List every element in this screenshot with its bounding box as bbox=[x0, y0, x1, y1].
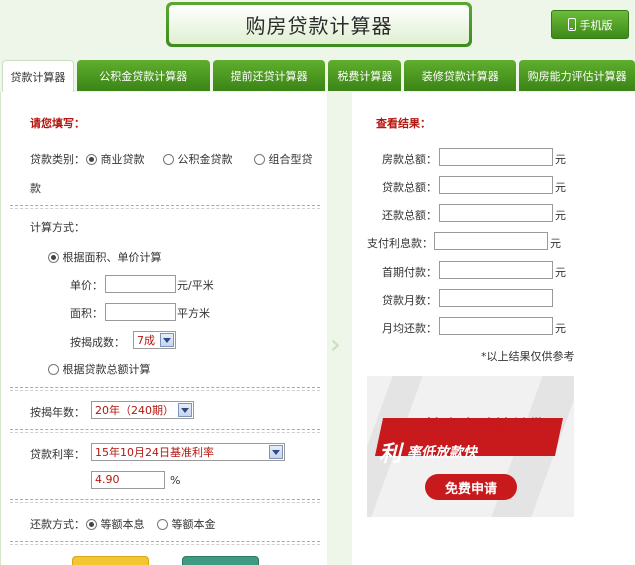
method-total-option[interactable]: 根据贷款总额计算 bbox=[48, 361, 151, 377]
calculate-button[interactable] bbox=[72, 556, 149, 565]
ad-big-char: 利 bbox=[379, 442, 402, 467]
chevron-down-icon bbox=[160, 333, 174, 347]
result-label-repay-total: 还款总额： bbox=[382, 209, 437, 222]
result-unit: 元 bbox=[555, 209, 566, 222]
loan-type-provident[interactable]: 公积金贷款 bbox=[163, 151, 233, 167]
chevron-right-icon: ›› bbox=[330, 330, 339, 360]
phone-icon bbox=[567, 18, 576, 31]
result-monthly bbox=[439, 317, 553, 335]
chevron-down-icon bbox=[269, 445, 283, 459]
result-down-payment bbox=[439, 261, 553, 279]
page-title: 购房贷款计算器 bbox=[169, 5, 469, 44]
result-label-down-payment: 首期付款： bbox=[382, 266, 437, 279]
years-select[interactable]: 20年（240期） bbox=[91, 401, 194, 419]
result-unit: 元 bbox=[555, 181, 566, 194]
rate-input[interactable]: 4.90 bbox=[91, 471, 165, 489]
radio-commercial[interactable] bbox=[86, 154, 97, 165]
result-label-loan-total: 贷款总额： bbox=[382, 181, 437, 194]
result-loan-total bbox=[439, 176, 553, 194]
result-total-price bbox=[439, 148, 553, 166]
result-label-months: 贷款月数： bbox=[382, 294, 437, 307]
result-interest bbox=[434, 232, 548, 250]
result-unit: 元 bbox=[555, 322, 566, 335]
rate-select[interactable]: 15年10月24日基准利率 bbox=[91, 443, 285, 461]
radio-method-area[interactable] bbox=[48, 252, 59, 263]
divider bbox=[10, 432, 320, 433]
loan-type-combined-wrap: 款 bbox=[30, 182, 41, 195]
result-heading: 查看结果： bbox=[376, 117, 431, 130]
radio-equal-installment[interactable] bbox=[86, 519, 97, 530]
tab-provident-fund[interactable]: 公积金贷款计算器 bbox=[76, 60, 210, 91]
input-heading: 请您填写： bbox=[30, 117, 85, 130]
repay-equal-installment[interactable]: 等额本息 bbox=[86, 516, 145, 532]
tab-affordability[interactable]: 购房能力评估计算器 bbox=[519, 60, 635, 91]
radio-combined[interactable] bbox=[254, 154, 265, 165]
result-label-total-price: 房款总额： bbox=[382, 153, 437, 166]
divider bbox=[10, 208, 320, 209]
result-repay-total bbox=[439, 204, 553, 222]
radio-provident[interactable] bbox=[163, 154, 174, 165]
chevron-down-icon bbox=[178, 403, 192, 417]
tab-tax[interactable]: 税费计算器 bbox=[328, 60, 402, 91]
title-banner: 购房贷款计算器 bbox=[166, 2, 472, 47]
mortgage-ratio-select[interactable]: 7成 bbox=[133, 331, 176, 349]
rate-label: 贷款利率： bbox=[30, 448, 85, 461]
tab-prepayment[interactable]: 提前还贷计算器 bbox=[212, 60, 326, 91]
divider bbox=[10, 544, 320, 545]
ad-tagline: 率低放款快 bbox=[407, 445, 477, 461]
mobile-version-label: 手机版 bbox=[579, 18, 613, 32]
unit-price-input[interactable] bbox=[105, 275, 176, 293]
radio-equal-principal[interactable] bbox=[157, 519, 168, 530]
ad-headline: 搜房金融首付贷 bbox=[422, 417, 541, 437]
area-unit: 平方米 bbox=[177, 307, 210, 320]
radio-method-total[interactable] bbox=[48, 364, 59, 375]
result-unit: 元 bbox=[555, 266, 566, 279]
result-label-interest: 支付利息款： bbox=[367, 237, 433, 250]
unit-price-label: 单价： bbox=[70, 279, 103, 292]
area-label: 面积： bbox=[70, 307, 103, 320]
divider bbox=[10, 502, 320, 503]
tab-renovation[interactable]: 装修贷款计算器 bbox=[404, 60, 517, 91]
divider bbox=[10, 499, 320, 500]
result-label-monthly: 月均还款： bbox=[382, 322, 437, 335]
divider bbox=[10, 541, 320, 542]
repay-label: 还款方式： bbox=[30, 518, 85, 531]
loan-type-commercial[interactable]: 商业贷款 bbox=[86, 151, 145, 167]
mortgage-ratio-label: 按揭成数： bbox=[70, 336, 125, 349]
reset-button[interactable] bbox=[182, 556, 259, 565]
unit-price-unit: 元/平米 bbox=[177, 279, 214, 292]
divider bbox=[10, 390, 320, 391]
divider bbox=[10, 429, 320, 430]
calc-method-label: 计算方式： bbox=[30, 221, 85, 234]
ad-banner[interactable]: 搜房金融首付贷 利 率低放款快 免费申请 bbox=[367, 376, 574, 517]
tab-loan-calculator[interactable]: 贷款计算器 bbox=[2, 60, 74, 92]
loan-type-combined[interactable]: 组合型贷 bbox=[254, 151, 313, 167]
rate-unit: % bbox=[170, 474, 181, 487]
result-months bbox=[439, 289, 553, 307]
loan-type-label: 贷款类别： bbox=[30, 153, 85, 166]
result-note: *以上结果仅供参考 bbox=[481, 350, 575, 363]
result-unit: 元 bbox=[550, 237, 561, 250]
mobile-version-button[interactable]: 手机版 bbox=[551, 10, 629, 39]
method-area-option[interactable]: 根据面积、单价计算 bbox=[48, 249, 162, 265]
calculator-tabs: 贷款计算器 公积金贷款计算器 提前还贷计算器 税费计算器 装修贷款计算器 购房能… bbox=[0, 60, 635, 92]
divider bbox=[10, 205, 320, 206]
ad-apply-button[interactable]: 免费申请 bbox=[425, 474, 517, 500]
years-label: 按揭年数： bbox=[30, 406, 85, 419]
result-unit: 元 bbox=[555, 153, 566, 166]
area-input[interactable] bbox=[105, 303, 176, 321]
repay-equal-principal[interactable]: 等额本金 bbox=[157, 516, 216, 532]
divider bbox=[10, 387, 320, 388]
